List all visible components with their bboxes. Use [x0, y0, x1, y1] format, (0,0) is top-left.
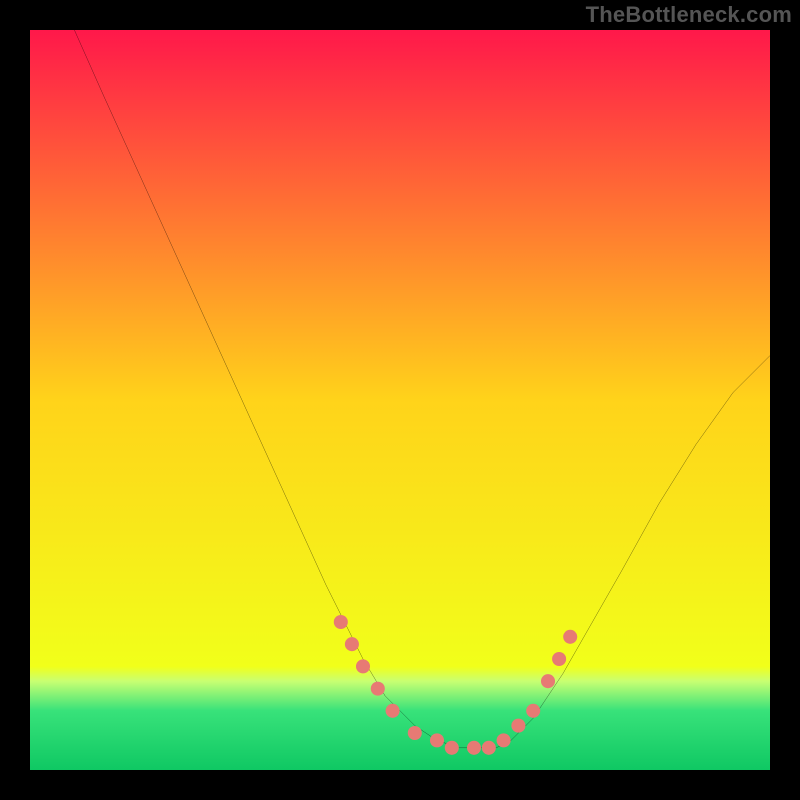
highlight-dot: [497, 733, 511, 747]
watermark-text: TheBottleneck.com: [586, 2, 792, 28]
highlight-dot: [356, 659, 370, 673]
highlight-dot: [345, 637, 359, 651]
highlight-dot: [563, 630, 577, 644]
highlight-dot: [526, 704, 540, 718]
highlight-dot: [408, 726, 422, 740]
highlight-dot: [386, 704, 400, 718]
highlight-dot: [334, 615, 348, 629]
bottleneck-chart: [30, 30, 770, 770]
highlight-dot: [552, 652, 566, 666]
highlight-dot: [511, 719, 525, 733]
highlight-dot: [371, 682, 385, 696]
highlight-dot: [445, 741, 459, 755]
highlight-dot: [430, 733, 444, 747]
highlight-dot: [467, 741, 481, 755]
chart-frame: TheBottleneck.com: [0, 0, 800, 800]
highlight-dot: [482, 741, 496, 755]
highlight-dot: [541, 674, 555, 688]
chart-background: [30, 30, 770, 770]
